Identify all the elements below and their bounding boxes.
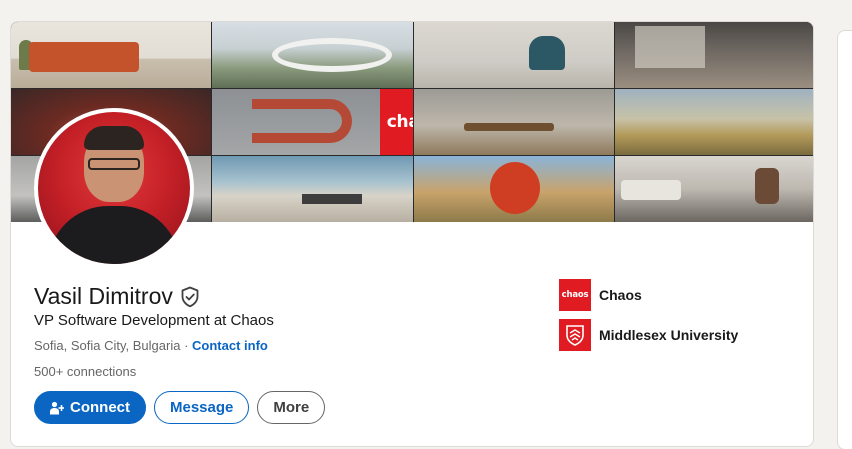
banner-tile-dining bbox=[413, 89, 614, 155]
banner-tile-staircase: chaos bbox=[212, 89, 413, 155]
org-name: Middlesex University bbox=[599, 327, 739, 343]
chaos-logo: chaos bbox=[559, 279, 591, 311]
connect-label: Connect bbox=[70, 399, 130, 416]
org-name: Chaos bbox=[599, 287, 642, 303]
profile-name-row: Vasil Dimitrov bbox=[34, 283, 200, 310]
banner-chaos-logo: chaos bbox=[380, 89, 413, 155]
person-add-icon bbox=[50, 401, 64, 414]
banner-tile-living-room bbox=[11, 22, 212, 88]
shield-check-icon[interactable] bbox=[180, 286, 200, 308]
profile-headline: VP Software Development at Chaos bbox=[34, 312, 274, 329]
banner-tile-landscape bbox=[614, 89, 813, 155]
profile-name: Vasil Dimitrov bbox=[34, 283, 173, 309]
profile-actions: Connect Message More bbox=[34, 391, 326, 424]
connections-count[interactable]: 500+ connections bbox=[34, 364, 136, 379]
banner-tile-chair bbox=[413, 22, 614, 88]
message-button[interactable]: Message bbox=[154, 391, 250, 424]
connect-button[interactable]: Connect bbox=[34, 391, 146, 424]
org-item-middlesex[interactable]: Middlesex University bbox=[559, 319, 738, 351]
banner-tile-character bbox=[413, 156, 614, 222]
contact-info-link[interactable]: Contact info bbox=[192, 338, 268, 353]
profile-card: chaos Vasil Dimitrov VP Software Develop… bbox=[10, 21, 814, 447]
crest-icon bbox=[559, 319, 591, 351]
avatar-photo bbox=[38, 112, 190, 264]
profile-location: Sofia, Sofia City, Bulgaria bbox=[34, 338, 181, 353]
avatar[interactable] bbox=[34, 108, 194, 268]
more-button[interactable]: More bbox=[257, 391, 326, 424]
banner-tile-bathroom bbox=[614, 22, 813, 88]
side-panel-card bbox=[837, 30, 852, 449]
profile-location-row: Sofia, Sofia City, Bulgaria · Contact in… bbox=[34, 338, 268, 353]
organizations-list: chaos Chaos Middlesex University bbox=[559, 279, 738, 359]
location-separator: · bbox=[180, 338, 193, 353]
org-item-chaos[interactable]: chaos Chaos bbox=[559, 279, 738, 311]
banner-tile-architecture bbox=[212, 22, 413, 88]
banner-tile-lounge bbox=[614, 156, 813, 222]
banner-tile-terrace bbox=[212, 156, 413, 222]
